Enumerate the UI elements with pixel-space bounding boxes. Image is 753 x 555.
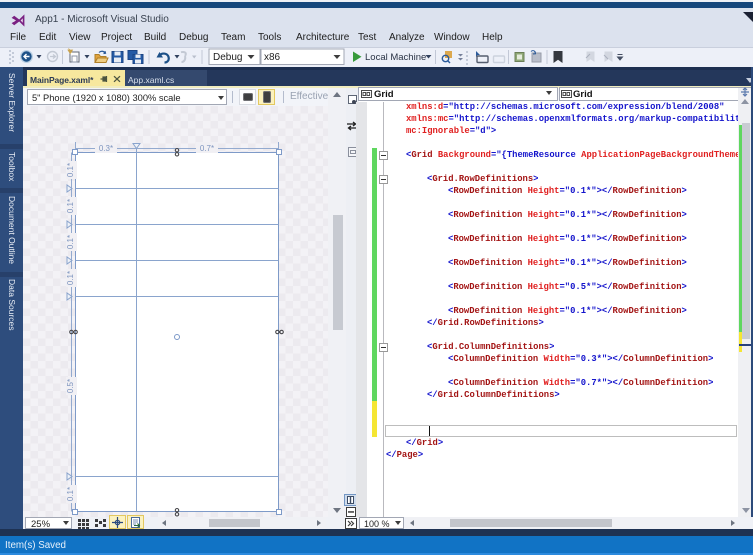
svg-text:Debug: Debug (213, 52, 242, 63)
svg-text:0.5*: 0.5* (66, 379, 75, 393)
svg-text:0.3*: 0.3* (99, 144, 113, 153)
svg-text:0.1*: 0.1* (66, 235, 75, 249)
svg-text:0.1*: 0.1* (66, 271, 75, 285)
svg-text:Local Machine: Local Machine (365, 52, 426, 63)
svg-text:0.1*: 0.1* (66, 199, 75, 213)
svg-text:0.1*: 0.1* (66, 163, 75, 177)
svg-text:x86: x86 (264, 52, 281, 63)
svg-text:0.7*: 0.7* (200, 144, 214, 153)
svg-text:0.1*: 0.1* (66, 487, 75, 501)
